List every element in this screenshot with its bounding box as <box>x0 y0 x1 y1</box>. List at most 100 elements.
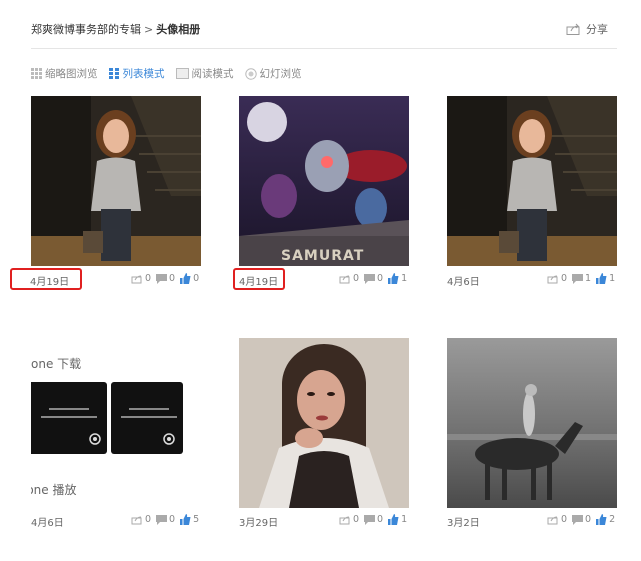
woman-portrait-image <box>239 338 409 508</box>
breadcrumb-current: 头像相册 <box>156 23 201 36</box>
forward-count: 0 <box>561 514 568 525</box>
share-icon <box>131 275 142 283</box>
photo-date: 4月6日 <box>447 277 480 288</box>
comment-count: 0 <box>585 514 592 525</box>
header-divider <box>31 48 617 49</box>
forward-button[interactable]: 0 <box>131 273 151 284</box>
thumbs-up-icon <box>180 514 191 525</box>
view-mode-label: 列表模式 <box>122 68 165 80</box>
image-text-bottom: ione 播放 <box>31 483 77 497</box>
photo-stats: 0 0 2 <box>542 514 615 525</box>
view-mode-label: 幻灯浏览 <box>259 68 302 80</box>
like-button[interactable]: 1 <box>596 273 615 284</box>
like-count: 1 <box>401 273 408 284</box>
thumbs-up-icon <box>596 273 607 284</box>
woman-avatar-image <box>447 96 617 266</box>
photo-thumbnail[interactable] <box>239 338 409 508</box>
forward-count: 0 <box>353 273 360 284</box>
slideshow-icon <box>244 67 257 80</box>
breadcrumb-separator: > <box>144 22 154 36</box>
photo-stats: 0 0 0 <box>126 273 199 284</box>
woman-avatar-image <box>31 96 201 266</box>
photo-stats: 0 0 1 <box>334 273 407 284</box>
comment-count: 0 <box>169 514 176 525</box>
horse-rider-image <box>447 338 617 508</box>
comment-button[interactable]: 0 <box>572 514 591 525</box>
like-button[interactable]: 1 <box>388 273 407 284</box>
forward-button[interactable]: 0 <box>547 273 567 284</box>
view-mode-list[interactable]: 列表模式 <box>108 66 165 81</box>
grid-icon <box>31 68 42 79</box>
like-count: 5 <box>193 514 200 525</box>
forward-count: 0 <box>353 514 360 525</box>
thumbs-up-icon <box>388 273 399 284</box>
book-icon <box>175 68 189 79</box>
like-count: 0 <box>193 273 200 284</box>
comment-button[interactable]: 1 <box>572 273 591 284</box>
comment-count: 0 <box>169 273 176 284</box>
comment-icon <box>572 273 584 284</box>
like-count: 2 <box>609 514 616 525</box>
forward-count: 0 <box>561 273 568 284</box>
forward-count: 0 <box>145 514 152 525</box>
comment-icon <box>364 514 376 525</box>
comment-button[interactable]: 0 <box>364 514 383 525</box>
share-icon <box>547 516 558 524</box>
comment-count: 0 <box>377 514 384 525</box>
breadcrumb-owner-link[interactable]: 郑爽微博事务部的专辑 <box>31 21 141 37</box>
samurai-cats-image: SAMURAT <box>239 96 409 266</box>
image-caption: SAMURAT <box>281 248 364 264</box>
thumbs-up-icon <box>596 514 607 525</box>
comment-button[interactable]: 0 <box>364 273 383 284</box>
photo-date: 4月19日 <box>30 277 70 288</box>
photo-stats: 0 1 1 <box>542 273 615 284</box>
forward-button[interactable]: 0 <box>339 273 359 284</box>
like-button[interactable]: 1 <box>388 514 407 525</box>
comment-button[interactable]: 0 <box>156 273 175 284</box>
view-mode-bar: 缩略图浏览 列表模式 阅读模式 幻灯浏览 <box>31 66 313 81</box>
view-mode-thumbnail[interactable]: 缩略图浏览 <box>31 66 98 81</box>
comment-icon <box>156 514 168 525</box>
comment-count: 1 <box>585 273 592 284</box>
like-button[interactable]: 5 <box>180 514 199 525</box>
share-icon <box>339 516 350 524</box>
share-icon <box>131 516 142 524</box>
thumbs-up-icon <box>180 273 191 284</box>
photo-date: 4月6日 <box>31 518 64 529</box>
share-icon <box>547 275 558 283</box>
comment-icon <box>364 273 376 284</box>
like-count: 1 <box>609 273 616 284</box>
photo-date: 3月2日 <box>447 518 480 529</box>
share-label: 分享 <box>586 23 608 36</box>
photo-date: 3月29日 <box>239 518 279 529</box>
comment-count: 0 <box>377 273 384 284</box>
comment-button[interactable]: 0 <box>156 514 175 525</box>
view-mode-label: 阅读模式 <box>191 68 234 80</box>
breadcrumb: 郑爽微博事务部的专辑 > 头像相册 <box>31 21 200 37</box>
comment-icon <box>156 273 168 284</box>
photo-stats: 0 0 5 <box>126 514 199 525</box>
photo-thumbnail[interactable] <box>447 96 617 266</box>
photo-stats: 0 0 1 <box>334 514 407 525</box>
photo-thumbnail[interactable] <box>447 338 617 508</box>
forward-button[interactable]: 0 <box>339 514 359 525</box>
view-mode-label: 缩略图浏览 <box>45 68 98 80</box>
photo-date: 4月19日 <box>239 277 279 288</box>
share-button[interactable]: 分享 <box>566 21 608 37</box>
like-count: 1 <box>401 514 408 525</box>
like-button[interactable]: 2 <box>596 514 615 525</box>
photo-thumbnail[interactable]: SAMURAT <box>239 96 409 266</box>
forward-count: 0 <box>145 273 152 284</box>
forward-button[interactable]: 0 <box>547 514 567 525</box>
share-icon <box>339 275 350 283</box>
share-icon <box>566 23 580 35</box>
list-icon <box>108 68 119 79</box>
view-mode-slideshow[interactable]: 幻灯浏览 <box>244 66 302 81</box>
forward-button[interactable]: 0 <box>131 514 151 525</box>
comment-icon <box>572 514 584 525</box>
photo-thumbnail[interactable] <box>31 96 201 266</box>
like-button[interactable]: 0 <box>180 273 199 284</box>
photo-thumbnail[interactable]: one 下载 ione 播放 <box>31 338 201 508</box>
view-mode-reading[interactable]: 阅读模式 <box>175 66 234 81</box>
thumbs-up-icon <box>388 514 399 525</box>
